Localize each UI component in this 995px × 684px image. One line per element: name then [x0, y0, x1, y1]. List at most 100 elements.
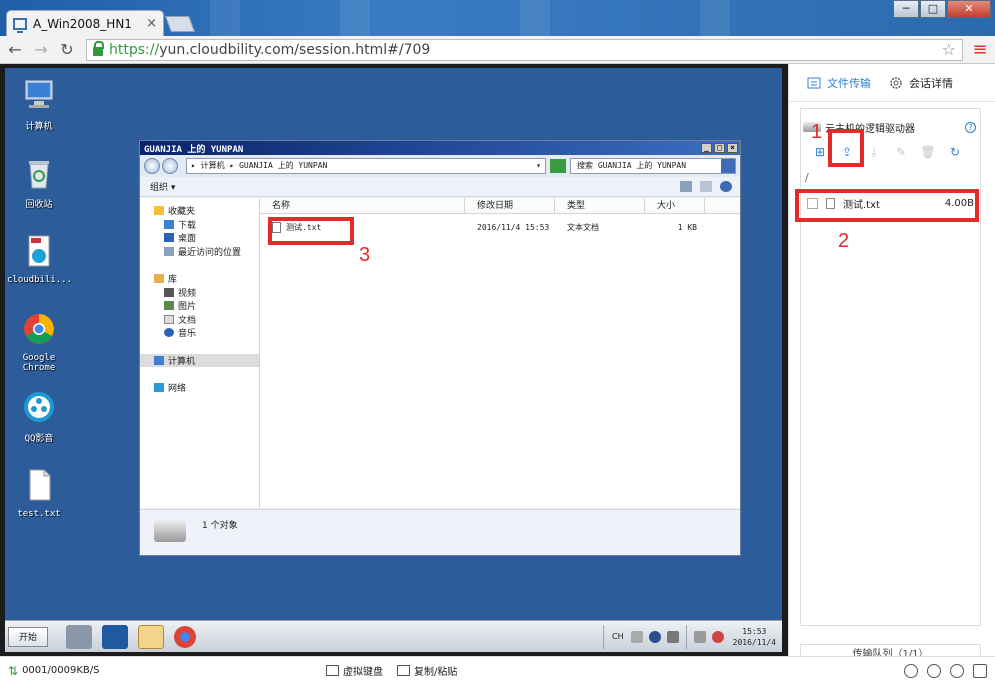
nav-item-libraries[interactable]: 库 [140, 272, 259, 286]
explorer-titlebar[interactable]: GUANJIA 上的 YUNPAN _ □ × [140, 141, 740, 155]
desktop-icon-cloudbility[interactable]: cloudbili... [7, 234, 72, 285]
background-strip [210, 0, 240, 36]
star-icon [154, 206, 164, 216]
explorer-minimize-button[interactable]: _ [701, 143, 712, 153]
help-icon[interactable] [720, 181, 732, 192]
copy-paste-button[interactable]: 复制/粘贴 [397, 663, 457, 678]
nav-item-documents[interactable]: 文档 [140, 313, 259, 327]
server-manager-icon[interactable] [66, 624, 92, 649]
explorer-window[interactable]: GUANJIA 上的 YUNPAN _ □ × ▸ 计算机 ▸ GUANJIA … [139, 140, 741, 556]
file-modified: 2016/11/4 15:53 [477, 222, 550, 232]
rename-icon[interactable]: ✎ [893, 144, 909, 160]
tab-close-button[interactable]: × [146, 16, 157, 31]
refresh-icon[interactable]: ↻ [947, 144, 963, 160]
remote-desktop[interactable]: 计算机 回收站 cloudbili... Google Chrome QQ影音 … [5, 68, 782, 652]
tab-session-details[interactable]: 会话详情 [889, 75, 953, 91]
tab-file-transfer[interactable]: 文件传输 [807, 75, 871, 91]
drive-browser: 云主机的逻辑驱动器 ? ⊞ ⇪ ⤓ ✎ 🗑 ↻ / 测试.txt 4.00B [800, 108, 981, 626]
new-tab-button[interactable] [165, 16, 195, 32]
mini-app-icon [28, 235, 50, 267]
nav-label: 桌面 [178, 234, 197, 245]
virtual-keyboard-button[interactable]: 虚拟键盘 [326, 663, 383, 678]
bookmark-star-icon[interactable]: ☆ [942, 40, 956, 59]
lock-icon [93, 41, 104, 56]
powershell-icon[interactable] [102, 624, 128, 649]
transfer-arrows-icon: ⇅ [8, 663, 19, 678]
search-placeholder: 搜索 GUANJIA 上的 YUNPAN [577, 161, 687, 170]
nav-item-recent[interactable]: 最近访问的位置 [140, 245, 259, 259]
nav-item-downloads[interactable]: 下载 [140, 218, 259, 232]
network-drive-icon [154, 520, 186, 542]
help-icon[interactable] [648, 630, 661, 643]
back-icon[interactable]: ← [4, 40, 26, 59]
new-folder-icon[interactable]: ⊞ [812, 144, 828, 160]
delete-icon[interactable]: 🗑 [920, 144, 936, 160]
desktop-icon-computer[interactable]: 计算机 [7, 78, 71, 132]
button-label: 虚拟键盘 [343, 667, 383, 678]
chrome-icon[interactable] [174, 625, 196, 648]
chevron-down-icon[interactable]: ▾ [536, 159, 541, 173]
maximize-button[interactable]: □ [920, 0, 946, 18]
preview-pane-icon[interactable] [700, 181, 712, 192]
column-header-modified[interactable]: 修改日期 [465, 198, 555, 213]
refresh-icon[interactable] [550, 159, 566, 173]
column-header-name[interactable]: 名称 [260, 198, 465, 213]
minimize-button[interactable]: ─ [893, 0, 919, 18]
desktop-icon-qq-player[interactable]: QQ影音 [7, 390, 71, 444]
back-icon[interactable] [144, 158, 160, 174]
nav-item-pictures[interactable]: 图片 [140, 299, 259, 313]
close-window-button[interactable]: ✕ [947, 0, 991, 18]
forward-icon[interactable]: → [30, 40, 52, 59]
nav-item-favorites[interactable]: 收藏夹 [140, 204, 259, 218]
zoom-out-icon[interactable] [927, 663, 941, 678]
explorer-nav-pane: 收藏夹 下载 桌面 最近访问的位置 库 视频 图片 文档 音乐 计算机 网络 [140, 198, 260, 508]
explorer-maximize-button[interactable]: □ [714, 143, 725, 153]
highlight-box-2 [795, 189, 979, 222]
nav-item-videos[interactable]: 视频 [140, 286, 259, 300]
background-strip [340, 0, 370, 36]
nav-label: 网络 [168, 384, 187, 395]
keyboard-icon [326, 665, 339, 676]
search-icon[interactable] [721, 159, 735, 173]
address-bar[interactable]: https:// yun.cloudbility.com/session.htm… [86, 38, 963, 61]
taskbar-clock[interactable]: 15:53 2016/11/4 [733, 626, 776, 648]
desktop-icon-label: 计算机 [25, 122, 53, 132]
chrome-menu-icon[interactable]: ≡ [969, 39, 991, 60]
reload-icon[interactable]: ↻ [56, 40, 78, 59]
organize-button[interactable]: 组织 ▾ [150, 180, 175, 193]
explorer-taskbar-icon[interactable] [138, 624, 164, 649]
zoom-in-icon[interactable] [904, 663, 918, 678]
view-options-icon[interactable] [680, 181, 692, 192]
document-icon [164, 314, 174, 324]
explorer-address-bar[interactable]: ▸ 计算机 ▸ GUANJIA 上的 YUNPAN ▾ [186, 158, 546, 174]
download-icon[interactable]: ⤓ [866, 144, 882, 160]
nav-item-desktop[interactable]: 桌面 [140, 231, 259, 245]
desktop-icon-recycle-bin[interactable]: 回收站 [7, 156, 71, 210]
explorer-close-button[interactable]: × [727, 143, 738, 153]
desktop-icon-test-txt[interactable]: test.txt [7, 468, 71, 519]
language-indicator[interactable]: CH [612, 632, 624, 641]
file-transfer-panel: 文件传输 会话详情 云主机的逻辑驱动器 ? ⊞ ⇪ ⤓ ✎ 🗑 ↻ / 测试.t… [788, 64, 995, 666]
text-file-icon [29, 469, 51, 501]
object-count: 1 个对象 [202, 521, 238, 531]
keyboard-icon[interactable] [630, 630, 643, 643]
settings-icon[interactable] [666, 630, 679, 643]
browser-tab[interactable]: A_Win2008_HN1 × [6, 10, 164, 36]
tab-label: 会话详情 [909, 76, 953, 90]
zoom-reset-icon[interactable] [950, 663, 964, 678]
explorer-search-input[interactable]: 搜索 GUANJIA 上的 YUNPAN [570, 158, 736, 174]
volume-icon[interactable] [711, 630, 724, 643]
start-button[interactable]: 开始 [8, 626, 48, 647]
explorer-title: GUANJIA 上的 YUNPAN [144, 144, 244, 155]
column-header-type[interactable]: 类型 [555, 198, 645, 213]
help-icon[interactable]: ? [965, 121, 976, 133]
forward-icon[interactable] [162, 158, 178, 174]
chrome-icon [24, 314, 54, 344]
fullscreen-icon[interactable] [973, 663, 987, 678]
nav-item-network[interactable]: 网络 [140, 381, 259, 395]
column-header-size[interactable]: 大小 [645, 198, 705, 213]
desktop-icon-chrome[interactable]: Google Chrome [7, 312, 71, 373]
nav-item-music[interactable]: 音乐 [140, 326, 259, 340]
network-tray-icon[interactable] [693, 630, 706, 643]
nav-item-computer[interactable]: 计算机 [140, 353, 259, 367]
